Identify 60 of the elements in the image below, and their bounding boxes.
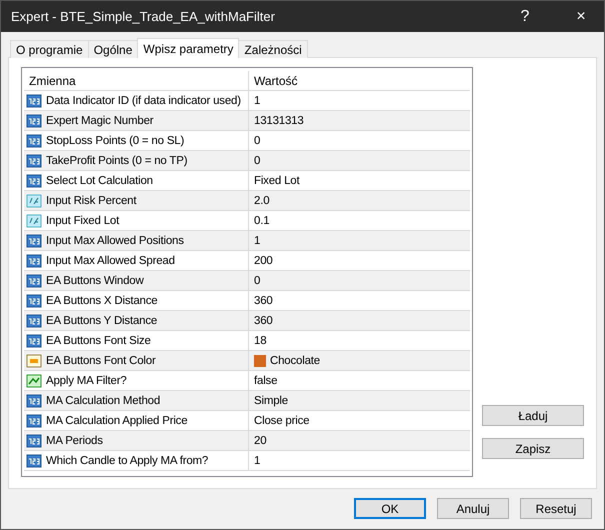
parameter-value: Chocolate [270,354,320,366]
tab[interactable]: Ogólne [88,40,138,58]
parameter-name: EA Buttons Font Size [46,334,151,346]
parameter-name: Input Risk Percent [46,194,136,206]
save-button[interactable]: Zapisz [482,438,584,459]
parameter-name: StopLoss Points (0 = no SL) [46,134,184,146]
parameter-name: Input Max Allowed Positions [46,234,184,246]
parameter-name: Select Lot Calculation [46,174,153,186]
parameter-value: Simple [254,394,288,406]
number-icon [26,152,42,168]
dialog-button[interactable]: Anuluj [437,498,509,519]
dialog-button[interactable]: OK [354,498,426,519]
parameter-value: 1 [254,234,260,246]
parameter-name: Data Indicator ID (if data indicator used) [46,94,241,106]
parameter-value: 0 [254,134,260,146]
parameter-name: MA Periods [46,434,103,446]
parameter-value: 360 [254,294,273,306]
help-button[interactable]: ? [502,1,548,32]
close-button[interactable]: × [558,1,604,32]
parameter-value: 200 [254,254,273,266]
parameter-name: MA Calculation Method [46,394,160,406]
parameter-value: 20 [254,434,266,446]
tab[interactable]: Zależności [238,40,308,58]
parameter-name: Expert Magic Number [46,114,154,126]
parameter-value: 1 [254,94,260,106]
tab[interactable]: O programie [10,40,89,58]
parameter-value: Close price [254,414,310,426]
parameter-value: 2.0 [254,194,270,206]
parameter-name: Input Fixed Lot [46,214,120,226]
parameter-value: 18 [254,334,266,346]
load-button[interactable]: Ładuj [482,405,584,426]
parameter-name: Input Max Allowed Spread [46,254,175,266]
parameter-name: EA Buttons Window [46,274,144,286]
parameter-value: 13131313 [254,114,304,126]
parameter-value: 0 [254,274,260,286]
parameter-value: Fixed Lot [254,174,300,186]
parameter-name: EA Buttons X Distance [46,294,158,306]
parameter-value: 0 [254,154,260,166]
number-icon [26,312,42,328]
parameter-value: 1 [254,454,260,466]
parameter-value: 360 [254,314,273,326]
parameter-value: 0.1 [254,214,270,226]
number-icon [26,232,42,248]
color-icon [26,352,42,368]
number-icon [26,272,42,288]
parameter-name: EA Buttons Font Color [46,354,156,366]
fraction-icon [26,212,42,228]
tab[interactable]: Wpisz parametry [137,38,240,58]
parameter-name: Apply MA Filter? [46,374,127,386]
parameter-name: TakeProfit Points (0 = no TP) [46,154,188,166]
window-title: Expert - BTE_Simple_Trade_EA_withMaFilter [11,9,276,24]
number-icon [26,112,42,128]
parameter-name: Which Candle to Apply MA from? [46,454,208,466]
fraction-icon [26,192,42,208]
dialog-button[interactable]: Resetuj [520,498,592,519]
parameter-name: MA Calculation Applied Price [46,414,188,426]
number-icon [26,432,42,448]
number-icon [26,392,42,408]
parameter-name: EA Buttons Y Distance [46,314,158,326]
parameter-value: false [254,374,278,386]
